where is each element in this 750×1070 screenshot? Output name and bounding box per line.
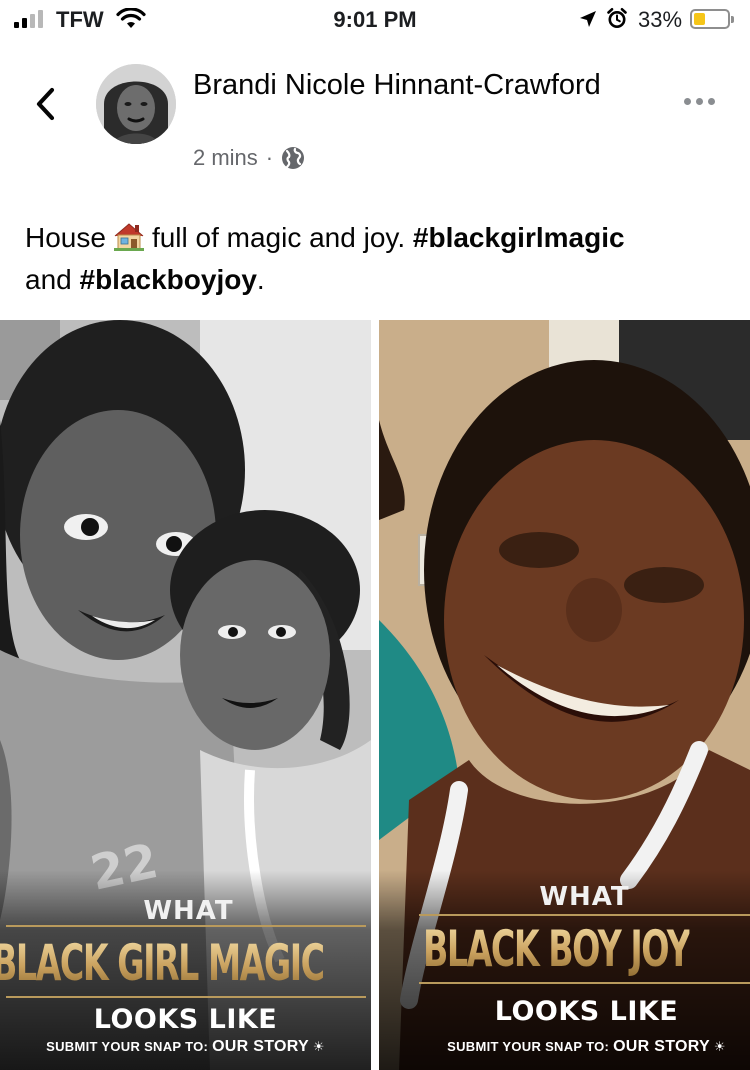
overlay-what: WHAT: [143, 896, 234, 926]
overlay-headline: BLACK BOY JOY: [423, 920, 691, 978]
post-body: House full of magic and joy. #blackgirlm…: [25, 217, 735, 301]
globe-icon: ☀: [312, 1039, 325, 1054]
post-author-name[interactable]: Brandi Nicole Hinnant-Crawford: [193, 67, 633, 103]
globe-icon[interactable]: [281, 146, 305, 170]
overlay-submit-prefix: SUBMIT YOUR SNAP TO:: [46, 1039, 209, 1054]
avatar-portrait-image: [96, 64, 176, 144]
battery-icon: [690, 9, 734, 29]
overlay-submit-target: OUR STORY: [212, 1038, 309, 1055]
overlay-rule: [419, 914, 750, 916]
back-chevron-icon[interactable]: [32, 86, 60, 122]
hashtag-blackgirlmagic-link[interactable]: #blackgirlmagic: [413, 222, 625, 253]
battery-percent: 33%: [638, 7, 683, 32]
more-dot: [696, 98, 703, 105]
location-arrow-icon: [580, 11, 596, 27]
post-photo-left[interactable]: 22 WHAT BLACK GIRL MAGIC LOOKS LIKE SUBM…: [0, 320, 371, 1070]
post-text-part: full of magic and joy.: [151, 222, 406, 253]
overlay-headline: BLACK GIRL MAGIC: [0, 934, 325, 992]
post-text-part: and: [25, 264, 72, 295]
overlay-submit-prefix: SUBMIT YOUR SNAP TO:: [447, 1039, 610, 1054]
overlay-looks-like: LOOKS LIKE: [494, 996, 679, 1027]
overlay-what: WHAT: [539, 882, 630, 912]
more-dot: [708, 98, 715, 105]
author-avatar[interactable]: [96, 64, 176, 144]
alarm-clock-icon: [607, 8, 627, 28]
globe-icon: ☀: [713, 1039, 726, 1054]
status-bar: TFW 9:01 PM 33%: [0, 0, 750, 40]
post-text-part: .: [256, 264, 265, 295]
overlay-rule: [6, 925, 366, 927]
overlay-submit-target: OUR STORY: [613, 1038, 710, 1055]
more-options-button[interactable]: [684, 98, 715, 105]
overlay-rule: [6, 996, 366, 998]
more-dot: [684, 98, 691, 105]
house-emoji-icon: [113, 223, 144, 251]
post-timestamp[interactable]: 2 mins: [193, 145, 258, 171]
post-meta: 2 mins ·: [193, 145, 305, 171]
battery-level-fill: [694, 13, 705, 25]
overlay-rule: [419, 982, 750, 984]
overlay-submit-line: SUBMIT YOUR SNAP TO: OUR STORY ☀: [423, 1038, 750, 1056]
overlay-looks-like: LOOKS LIKE: [93, 1004, 278, 1035]
meta-separator: ·: [265, 145, 274, 170]
overlay-submit-line: SUBMIT YOUR SNAP TO: OUR STORY ☀: [0, 1038, 371, 1056]
hashtag-blackboyjoy-link[interactable]: #blackboyjoy: [80, 264, 257, 295]
post-text-part: House: [25, 222, 106, 253]
post-photo-right[interactable]: WHAT BLACK BOY JOY LOOKS LIKE SUBMIT YOU…: [379, 320, 750, 1070]
